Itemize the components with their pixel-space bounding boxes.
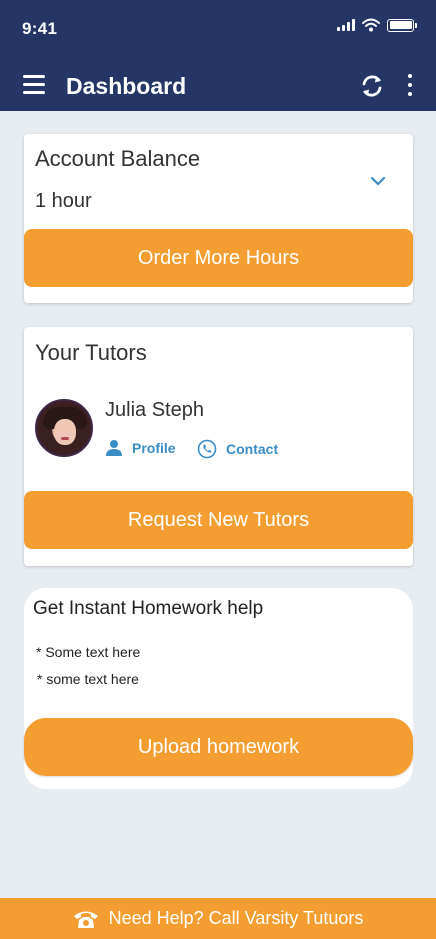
your-tutors-card: Your Tutors Julia Steph Profile Contact … — [24, 327, 413, 566]
homework-help-card: Get Instant Homework help * Some text he… — [24, 588, 413, 789]
homework-text-line: * Some text here — [36, 644, 141, 660]
help-call-label: Need Help? Call Varsity Tutuors — [108, 908, 364, 928]
refresh-icon[interactable] — [359, 73, 385, 99]
tutor-name: Julia Steph — [105, 399, 204, 421]
app-header: 9:41 Dashboard — [0, 0, 436, 111]
upload-homework-button[interactable]: Upload homework — [24, 718, 413, 776]
order-more-hours-button[interactable]: Order More Hours — [24, 229, 413, 287]
homework-help-title: Get Instant Homework help — [33, 598, 264, 619]
phone-icon — [197, 439, 217, 459]
homework-text-line: * some text here — [37, 671, 139, 687]
status-time: 9:41 — [22, 19, 58, 38]
status-icons — [337, 18, 417, 32]
wifi-icon — [362, 18, 380, 32]
account-balance-card: Account Balance 1 hour Order More Hours — [24, 134, 413, 303]
tutor-avatar — [35, 399, 93, 457]
tutor-contact-label: Contact — [226, 441, 279, 457]
menu-icon[interactable] — [23, 75, 45, 94]
help-call-bar[interactable]: Need Help? Call Varsity Tutuors — [0, 898, 436, 939]
your-tutors-title: Your Tutors — [35, 340, 147, 365]
battery-icon — [387, 18, 417, 32]
chevron-down-icon[interactable] — [370, 175, 386, 187]
account-balance-title: Account Balance — [35, 146, 201, 171]
more-options-icon[interactable] — [405, 74, 415, 96]
tutor-contact-link[interactable]: Contact — [197, 439, 278, 459]
account-balance-value: 1 hour — [35, 190, 92, 212]
person-icon — [106, 440, 122, 456]
telephone-icon — [73, 911, 98, 928]
request-new-tutors-button[interactable]: Request New Tutors — [24, 491, 413, 549]
signal-icon — [337, 19, 355, 31]
page-title: Dashboard — [66, 73, 187, 99]
tutor-profile-link[interactable]: Profile — [105, 439, 176, 457]
tutor-profile-label: Profile — [132, 440, 176, 456]
